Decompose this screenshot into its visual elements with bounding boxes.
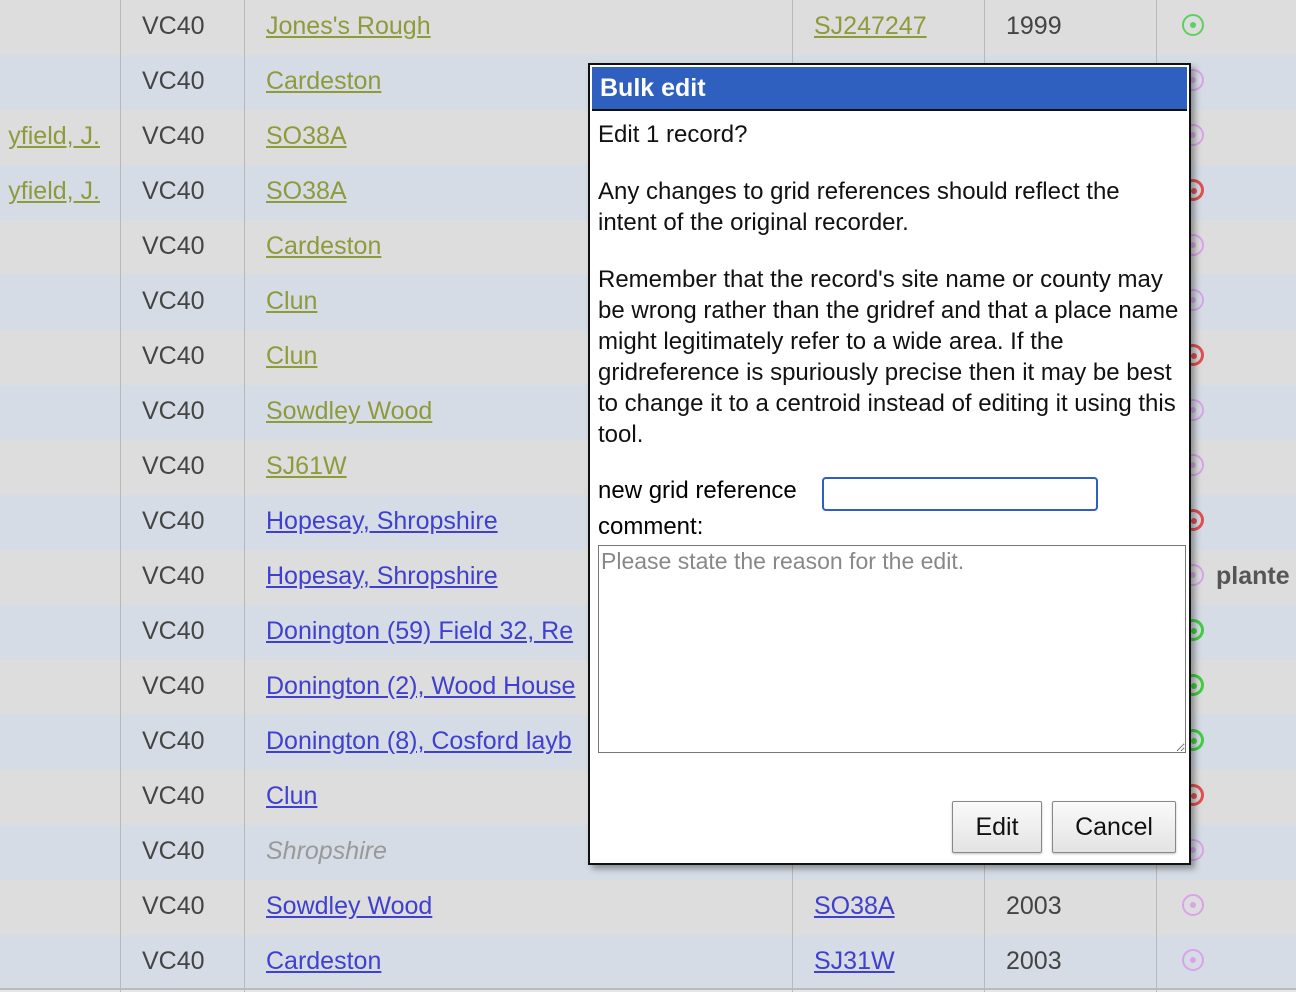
grid-reference-input[interactable] bbox=[822, 477, 1098, 511]
grid-reference-cell: SJ31W bbox=[814, 935, 974, 990]
vice-county-cell: VC40 bbox=[142, 727, 205, 755]
status-marker-icon[interactable] bbox=[1182, 14, 1204, 36]
recorder-cell bbox=[0, 605, 120, 660]
recorder-cell bbox=[0, 770, 120, 825]
note-cell: plante bbox=[1216, 562, 1290, 590]
site-link[interactable]: Clun bbox=[266, 782, 317, 810]
site-link[interactable]: Clun bbox=[266, 342, 317, 370]
column-divider bbox=[120, 0, 121, 992]
recorder-cell bbox=[0, 220, 120, 275]
recorder-cell bbox=[0, 495, 120, 550]
dialog-intent-text: Any changes to grid references should re… bbox=[598, 178, 1120, 236]
site-link[interactable]: Cardeston bbox=[266, 67, 381, 95]
table-bottom-border bbox=[0, 988, 1296, 990]
table-row: VC40 Jones's Rough SJ247247 1999 bbox=[0, 0, 1296, 55]
vice-county-cell: VC40 bbox=[142, 837, 205, 865]
site-link[interactable]: Hopesay, Shropshire bbox=[266, 507, 498, 535]
status-marker-icon[interactable] bbox=[1182, 949, 1204, 971]
dialog-question: Edit 1 record? bbox=[598, 121, 748, 148]
site-link[interactable]: Hopesay, Shropshire bbox=[266, 562, 498, 590]
vice-county-cell: VC40 bbox=[142, 232, 205, 260]
vice-county-cell: VC40 bbox=[142, 397, 205, 425]
recorder-cell bbox=[0, 660, 120, 715]
site-link[interactable]: Cardeston bbox=[266, 232, 381, 260]
site-link[interactable]: Sowdley Wood bbox=[266, 892, 432, 920]
vice-county-cell: VC40 bbox=[142, 782, 205, 810]
vice-county-cell: VC40 bbox=[142, 342, 205, 370]
vice-county-cell: VC40 bbox=[142, 287, 205, 315]
status-cell bbox=[1178, 880, 1214, 935]
dialog-advice-text: Remember that the record's site name or … bbox=[598, 266, 1179, 448]
bulk-edit-dialog: Bulk edit Edit 1 record? Any changes to … bbox=[588, 63, 1191, 865]
comment-label: comment: bbox=[598, 513, 704, 540]
comment-textarea[interactable] bbox=[598, 545, 1186, 753]
site-link[interactable]: Donington (8), Cosford layb bbox=[266, 727, 572, 755]
site-link[interactable]: SO38A bbox=[266, 122, 347, 150]
column-divider bbox=[244, 0, 245, 992]
recorder-cell: yfield, J. bbox=[0, 110, 120, 165]
recorder-cell bbox=[0, 55, 120, 110]
year-cell: 2003 bbox=[1006, 892, 1062, 920]
recorder-cell bbox=[0, 715, 120, 770]
recorder-cell bbox=[0, 880, 120, 935]
table-row: VC40 Cardeston SJ31W 2003 bbox=[0, 935, 1296, 990]
vice-county-cell: VC40 bbox=[142, 617, 205, 645]
site-link[interactable]: Donington (2), Wood House bbox=[266, 672, 575, 700]
recorder-cell bbox=[0, 825, 120, 880]
vice-county-cell: VC40 bbox=[142, 12, 205, 40]
grid-reference-cell: SJ247247 bbox=[814, 0, 974, 55]
vice-county-cell: VC40 bbox=[142, 122, 205, 150]
grid-reference-cell: SO38A bbox=[814, 880, 974, 935]
vice-county-cell: VC40 bbox=[142, 452, 205, 480]
recorder-cell bbox=[0, 385, 120, 440]
status-cell bbox=[1178, 935, 1214, 990]
site-cell: Cardeston bbox=[266, 935, 786, 990]
recorder-cell bbox=[0, 935, 120, 990]
recorder-cell bbox=[0, 275, 120, 330]
recorder-cell bbox=[0, 0, 120, 55]
vice-county-cell: VC40 bbox=[142, 177, 205, 205]
recorder-cell: yfield, J. bbox=[0, 165, 120, 220]
cancel-button[interactable]: Cancel bbox=[1052, 801, 1176, 853]
year-cell: 1999 bbox=[1006, 12, 1062, 40]
table-row: VC40 Sowdley Wood SO38A 2003 bbox=[0, 880, 1296, 935]
site-link[interactable]: SJ61W bbox=[266, 452, 347, 480]
vice-county-cell: VC40 bbox=[142, 507, 205, 535]
grid-reference-link[interactable]: SO38A bbox=[814, 892, 895, 920]
vice-county-cell: VC40 bbox=[142, 562, 205, 590]
recorder-cell bbox=[0, 550, 120, 605]
recorder-cell bbox=[0, 440, 120, 495]
status-marker-icon[interactable] bbox=[1182, 894, 1204, 916]
site-link[interactable]: Donington (59) Field 32, Re bbox=[266, 617, 573, 645]
site-cell: Sowdley Wood bbox=[266, 880, 786, 935]
recorder-link[interactable]: yfield, J. bbox=[8, 110, 100, 163]
site-link[interactable]: Clun bbox=[266, 287, 317, 315]
site-name-text: Shropshire bbox=[266, 837, 387, 865]
grid-reference-link[interactable]: SJ247247 bbox=[814, 12, 927, 40]
vice-county-cell: VC40 bbox=[142, 672, 205, 700]
grid-reference-label: new grid reference bbox=[598, 477, 797, 504]
dialog-body: Edit 1 record? Any changes to grid refer… bbox=[598, 119, 1181, 476]
site-link[interactable]: Cardeston bbox=[266, 947, 381, 975]
grid-reference-link[interactable]: SJ31W bbox=[814, 947, 895, 975]
site-link[interactable]: Sowdley Wood bbox=[266, 397, 432, 425]
recorder-cell bbox=[0, 330, 120, 385]
dialog-title[interactable]: Bulk edit bbox=[592, 67, 1187, 111]
year-cell: 2003 bbox=[1006, 947, 1062, 975]
site-link[interactable]: SO38A bbox=[266, 177, 347, 205]
vice-county-cell: VC40 bbox=[142, 947, 205, 975]
edit-button[interactable]: Edit bbox=[952, 801, 1042, 853]
status-cell bbox=[1178, 0, 1214, 55]
site-link[interactable]: Jones's Rough bbox=[266, 12, 431, 40]
vice-county-cell: VC40 bbox=[142, 67, 205, 95]
recorder-link[interactable]: yfield, J. bbox=[8, 165, 100, 218]
site-cell: Jones's Rough bbox=[266, 0, 786, 55]
vice-county-cell: VC40 bbox=[142, 892, 205, 920]
